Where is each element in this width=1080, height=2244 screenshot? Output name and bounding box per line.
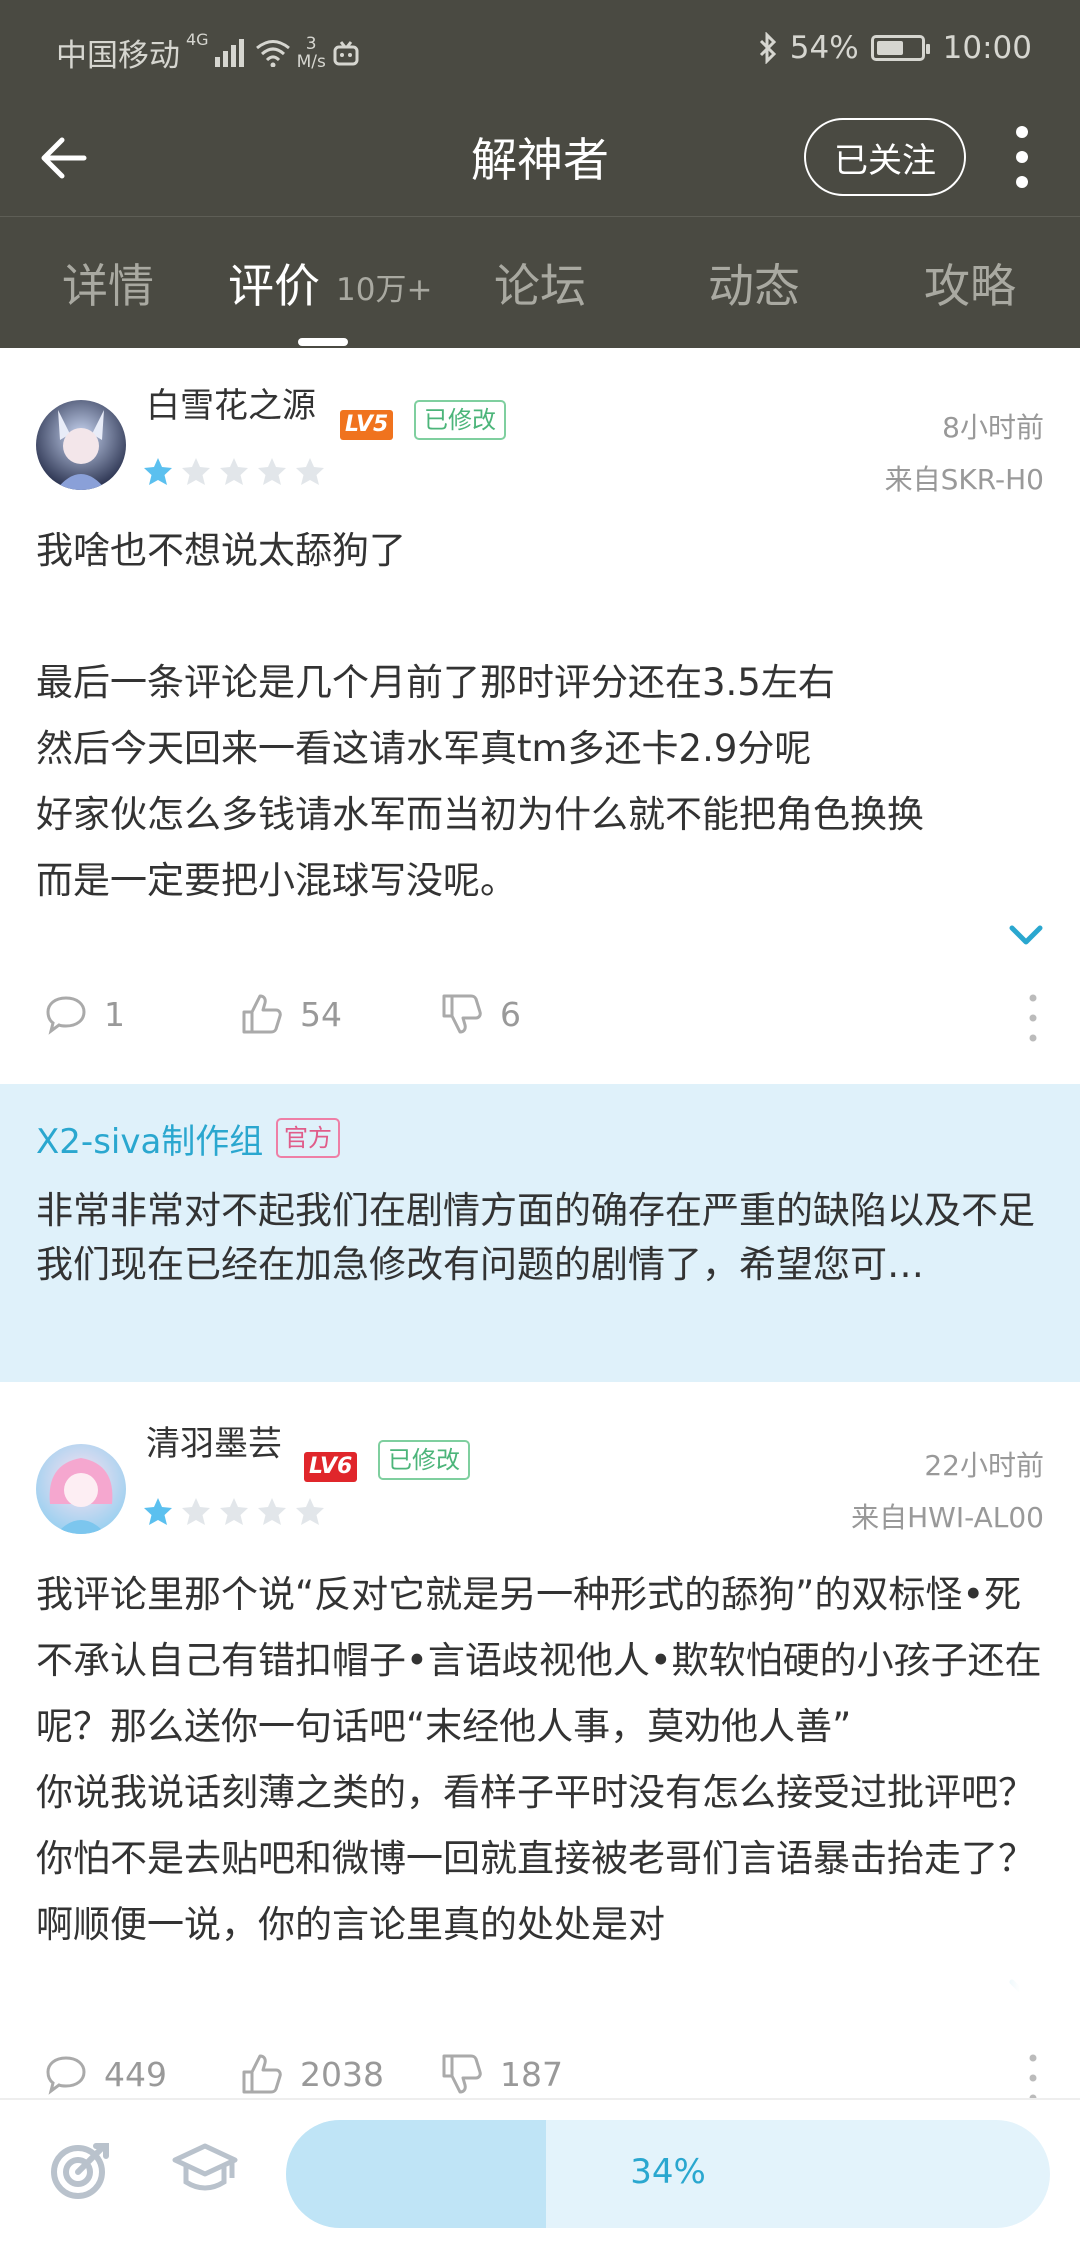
star-icon (182, 1498, 210, 1525)
follow-button[interactable]: 已关注 (804, 118, 966, 196)
official-reply-line1: 非常非常对不起我们在剧情方面的确存在严重的缺陷以及不足 (36, 1189, 1035, 1232)
chevron-down-icon[interactable] (1006, 920, 1046, 950)
bluetooth-icon (759, 32, 776, 64)
dislike-count: 6 (500, 994, 521, 1034)
progress-label: 34% (630, 2152, 706, 2192)
comment-count: 1 (104, 994, 125, 1034)
rating-stars (142, 1496, 326, 1528)
review-time: 22小时前 (924, 1449, 1044, 1482)
nav-divider (0, 216, 1080, 217)
star-icon (220, 1498, 248, 1525)
thumb-up-icon (242, 2054, 282, 2094)
modified-badge: 已修改 (378, 1440, 470, 1480)
username[interactable]: 白雪花之源 (146, 378, 316, 427)
star-icon (296, 1498, 324, 1525)
review-text[interactable]: 我啥也不想说太舔狗了 最后一条评论是几个月前了那时评分还在3.5左右 然后今天回… (36, 518, 1046, 914)
official-badge: 官方 (276, 1118, 340, 1158)
official-reply-line2: 我们现在已经在加急修改有问题的剧情了，希望您可… (36, 1243, 924, 1286)
like-count: 54 (300, 994, 342, 1034)
modified-badge: 已修改 (414, 400, 506, 440)
thumb-down-icon (442, 994, 482, 1034)
thumb-down-icon (442, 2054, 482, 2094)
nav-bar: 解神者 已关注 (0, 100, 1080, 216)
text-fade-overlay (880, 1962, 1080, 2026)
comment-count: 449 (104, 2054, 167, 2094)
battery-icon (870, 35, 930, 61)
review-text[interactable]: 我评论里那个说“反对它就是另一种形式的舔狗”的双标怪•死不承认自己有错扣帽子•言… (36, 1562, 1046, 2022)
battery-percent: 54% (789, 30, 859, 66)
official-reply[interactable]: X2-siva制作组 官方 非常非常对不起我们在剧情方面的确存在严重的缺陷以及不… (0, 1084, 1080, 1382)
review-device: 来自SKR-H0 (884, 463, 1044, 496)
net-speed-unit: M/s (296, 51, 326, 72)
review-time: 8小时前 (942, 411, 1044, 444)
official-name[interactable]: X2-siva制作组 (36, 1114, 263, 1163)
like-count: 2038 (300, 2054, 384, 2094)
download-progress-button[interactable]: 34% (286, 2120, 1050, 2228)
like-action[interactable]: 2038 (240, 2052, 384, 2096)
avatar[interactable] (36, 1444, 126, 1534)
tab-activity[interactable]: 动态 (708, 250, 800, 316)
dislike-action[interactable]: 6 (440, 992, 521, 1036)
tab-reviews[interactable]: 评价 (228, 250, 320, 316)
comment-icon (46, 996, 86, 1035)
target-icon[interactable] (48, 2136, 114, 2202)
status-left: 中国移动 4G 3 M/s (56, 30, 360, 75)
star-icon (296, 458, 324, 485)
official-reply-text: 非常非常对不起我们在剧情方面的确存在严重的缺陷以及不足 我们现在已经在加急修改有… (36, 1184, 1046, 1292)
tab-indicator (298, 338, 348, 346)
star-icon (144, 1498, 172, 1525)
thumb-up-icon (242, 994, 282, 1034)
carrier-label: 中国移动 (56, 38, 180, 74)
status-bar: 中国移动 4G 3 M/s 54% 10:00 (0, 0, 1080, 100)
tab-guides[interactable]: 攻略 (924, 250, 1016, 316)
star-icon (258, 1498, 286, 1525)
tab-reviews-count: 10万+ (336, 272, 433, 308)
status-right: 54% 10:00 (758, 30, 1032, 66)
like-action[interactable]: 54 (240, 992, 342, 1036)
tv-icon (333, 40, 359, 65)
avatar[interactable] (36, 400, 126, 490)
more-vertical-icon[interactable] (1002, 122, 1042, 192)
clock: 10:00 (942, 30, 1032, 66)
star-icon (182, 458, 210, 485)
dislike-action[interactable]: 187 (440, 2052, 563, 2096)
rating-stars (142, 456, 326, 488)
more-vertical-icon[interactable] (1018, 988, 1048, 1048)
tab-bar: 详情 评价 10万+ 论坛 动态 攻略 (0, 240, 1080, 320)
net-speed: 3 M/s (297, 35, 326, 71)
level-badge: LV5 (340, 410, 394, 440)
comment-icon (46, 2056, 86, 2095)
tab-forum[interactable]: 论坛 (494, 250, 586, 316)
comment-action[interactable]: 1 (44, 992, 125, 1036)
comment-action[interactable]: 449 (44, 2052, 167, 2096)
bottom-bar: 34% (0, 2098, 1080, 2244)
net-speed-value: 3 (305, 33, 317, 54)
app-header: 中国移动 4G 3 M/s 54% 10:00 解神者 已关注 详情 评价 10… (0, 0, 1080, 348)
tab-details[interactable]: 详情 (62, 250, 154, 316)
review-actions: 1 54 6 (0, 992, 1080, 1052)
graduation-cap-icon[interactable] (172, 2136, 238, 2202)
star-icon (220, 458, 248, 485)
dislike-count: 187 (500, 2054, 563, 2094)
star-icon (258, 458, 286, 485)
level-badge: LV6 (304, 1452, 358, 1482)
network-type: 4G (186, 30, 209, 49)
signal-icon (214, 38, 244, 67)
star-icon (144, 458, 172, 485)
wifi-icon (255, 39, 290, 67)
username[interactable]: 清羽墨芸 (146, 1416, 282, 1465)
review-device: 来自HWI-AL00 (851, 1501, 1044, 1534)
